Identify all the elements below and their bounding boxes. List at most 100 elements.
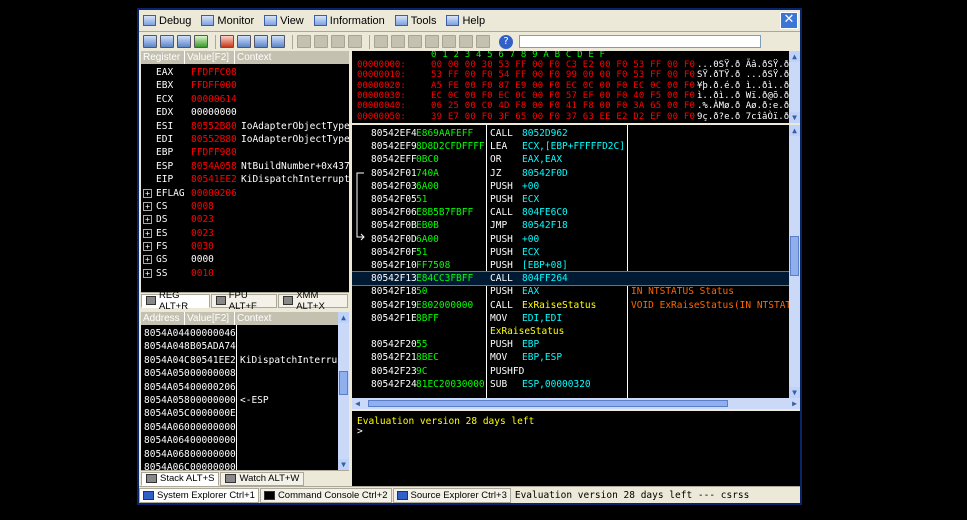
step-over-icon[interactable]	[160, 35, 174, 48]
register-value[interactable]: 0023	[191, 227, 214, 240]
window-icon[interactable]	[297, 35, 311, 48]
menu-monitor[interactable]: Monitor	[197, 11, 260, 31]
scroll-left-icon[interactable]: ◀	[352, 398, 363, 409]
stack-scrollbar[interactable]: ▲ ▼	[338, 312, 349, 470]
copy-icon[interactable]	[314, 35, 328, 48]
register-value[interactable]: FFDFF980	[191, 146, 237, 159]
register-value[interactable]: 8054A058	[191, 160, 237, 173]
register-row[interactable]: + EFLAG 00000206	[141, 187, 349, 200]
hex-scrollbar[interactable]: ▲ ▼	[789, 51, 800, 123]
stack-row[interactable]: 8054A054 00000206	[141, 381, 349, 394]
disasm-hscrollbar[interactable]: ◀ ▶	[352, 398, 800, 409]
stack-value[interactable]: 0000000E	[190, 407, 236, 420]
disasm-row[interactable]: 80542EF9 8D8D2CFDFFFF LEA ECX,[EBP+FFFFFD2C…	[352, 140, 790, 153]
disasm-row[interactable]: 80542F18 50 PUSH EAX IN NTSTATUS Status	[352, 285, 790, 298]
register-row[interactable]: + SS 0010	[141, 267, 349, 280]
view-a-icon[interactable]	[374, 35, 388, 48]
disasm-row[interactable]: 80542F23 9C PUSHFD	[352, 365, 790, 378]
expand-icon[interactable]: +	[143, 268, 152, 278]
stack-value[interactable]: B05ADA74	[190, 340, 236, 353]
stack-row[interactable]: 8054A050 00000008	[141, 367, 349, 380]
stack-value[interactable]: 00000000	[190, 461, 236, 470]
expand-icon[interactable]: +	[143, 255, 152, 265]
tab-xmm[interactable]: XMM ALT+X	[278, 290, 348, 312]
stack-row[interactable]: 8054A064 00000000	[141, 434, 349, 447]
menu-information[interactable]: Information	[310, 11, 391, 31]
register-row[interactable]: + DS 0023	[141, 213, 349, 226]
hex-bytes[interactable]: 00 00 00 30 53 FF 00 F0 C3 E2 00 F0 53 F…	[431, 60, 695, 71]
command-input[interactable]	[519, 35, 761, 48]
view-g-icon[interactable]	[476, 35, 490, 48]
expand-icon[interactable]: +	[143, 215, 152, 225]
tab-watch[interactable]: Watch ALT+W	[220, 471, 305, 486]
disasm-row[interactable]: 80542F0F 51 PUSH ECX	[352, 246, 790, 259]
disasm-row[interactable]: 80542F24 81EC20030000 SUB ESP,00000320	[352, 378, 790, 391]
hex-bytes[interactable]: 39 E7 00 F0 3F 65 00 F0 37 63 EE E2 D2 E…	[431, 112, 695, 123]
register-value[interactable]: 0008	[191, 200, 214, 213]
disasm-scrollbar[interactable]: ▲ ▼	[789, 125, 800, 398]
disasm-row[interactable]: 80542F0B EB0B JMP 80542F18	[352, 219, 790, 232]
command-console[interactable]: Evaluation version 28 days left >	[352, 411, 800, 486]
stack-value[interactable]: 00000000	[190, 421, 236, 434]
stack-row[interactable]: 8054A068 00000000	[141, 448, 349, 461]
help-circle-icon[interactable]: ?	[499, 34, 513, 49]
tab-system-explorer[interactable]: System Explorer Ctrl+1	[139, 487, 259, 503]
stack-value[interactable]: 80541EE2	[190, 354, 236, 367]
tab-fpu[interactable]: FPU ALT+F	[210, 290, 278, 312]
menu-tools[interactable]: Tools	[391, 11, 443, 31]
stack-row[interactable]: 8054A058 00000000 <-ESP	[141, 394, 349, 407]
expand-icon[interactable]: +	[143, 242, 152, 252]
register-row[interactable]: EIP 80541EE2 KiDispatchInterrupt+0x	[141, 173, 349, 186]
menu-view[interactable]: View	[260, 11, 310, 31]
step-into-icon[interactable]	[143, 35, 157, 48]
expand-icon[interactable]: +	[143, 228, 152, 238]
disasm-row[interactable]: 80542F20 55 PUSH EBP	[352, 338, 790, 351]
disasm-row[interactable]: 80542F05 51 PUSH ECX	[352, 193, 790, 206]
breakpoint-icon[interactable]	[220, 35, 234, 48]
stack-value[interactable]: 00000000	[190, 434, 236, 447]
register-value[interactable]: 80552B80	[191, 120, 237, 133]
stack-row[interactable]: 8054A044 00000046	[141, 327, 349, 340]
view-c-icon[interactable]	[408, 35, 422, 48]
find-icon[interactable]	[237, 35, 251, 48]
tab-command-console[interactable]: Command Console Ctrl+2	[259, 487, 392, 503]
disasm-row[interactable]: 80542F03 6A00 PUSH +00	[352, 180, 790, 193]
register-row[interactable]: + ES 0023	[141, 227, 349, 240]
register-row[interactable]: EAX FFDFFC08	[141, 66, 349, 79]
view-d-icon[interactable]	[425, 35, 439, 48]
stack-row[interactable]: 8054A04C 80541EE2 KiDispatchInterrupt	[141, 354, 349, 367]
disasm-row[interactable]: 80542F01 740A JZ 80542F0D	[352, 167, 790, 180]
scroll-down-icon[interactable]: ▼	[338, 459, 349, 470]
disasm-row[interactable]: 80542F1E 8BFF MOV EDI,EDI	[352, 312, 790, 325]
scroll-down-icon[interactable]: ▼	[789, 387, 800, 398]
register-col-header[interactable]: Register	[141, 51, 185, 64]
scroll-down-icon[interactable]: ▼	[789, 112, 800, 123]
run-icon[interactable]	[194, 35, 208, 48]
disasm-row[interactable]: 80542EFF 0BC0 OR EAX,EAX	[352, 153, 790, 166]
register-row[interactable]: ESP 8054A058 NtBuildNumber+0x4370	[141, 160, 349, 173]
tab-reg[interactable]: REG ALT+R	[141, 290, 210, 312]
register-row[interactable]: + CS 0008	[141, 200, 349, 213]
register-value[interactable]: 0000	[191, 253, 214, 266]
stack-row[interactable]: 8054A06C 00000000	[141, 461, 349, 470]
disasm-row[interactable]: 80542EF4 E869AAFEFF CALL 8052D962	[352, 127, 790, 140]
stack-value[interactable]: 00000000	[190, 394, 236, 407]
scroll-right-icon[interactable]: ▶	[789, 398, 800, 409]
list-icon[interactable]	[254, 35, 268, 48]
register-value[interactable]: 00000614	[191, 93, 237, 106]
scroll-up-icon[interactable]: ▲	[789, 51, 800, 62]
stack-value[interactable]: 00000000	[190, 448, 236, 461]
disasm-row[interactable]: 80542F13 E84CC3FBFF CALL 804FF264	[352, 271, 791, 287]
register-row[interactable]: + GS 0000	[141, 253, 349, 266]
value-col-header[interactable]: Value[F2]	[185, 51, 235, 64]
expand-icon[interactable]: +	[143, 188, 152, 198]
address-col-header[interactable]: Address	[141, 312, 185, 325]
register-value[interactable]: 00000000	[191, 106, 237, 119]
register-value[interactable]: 0030	[191, 240, 214, 253]
stack-context-col-header[interactable]: Context	[235, 312, 338, 325]
stack-value[interactable]: 00000008	[190, 367, 236, 380]
register-value[interactable]: 00000206	[191, 187, 237, 200]
tab-stack[interactable]: Stack ALT+S	[141, 471, 220, 486]
register-row[interactable]: EDX 00000000	[141, 106, 349, 119]
step-out-icon[interactable]	[177, 35, 191, 48]
